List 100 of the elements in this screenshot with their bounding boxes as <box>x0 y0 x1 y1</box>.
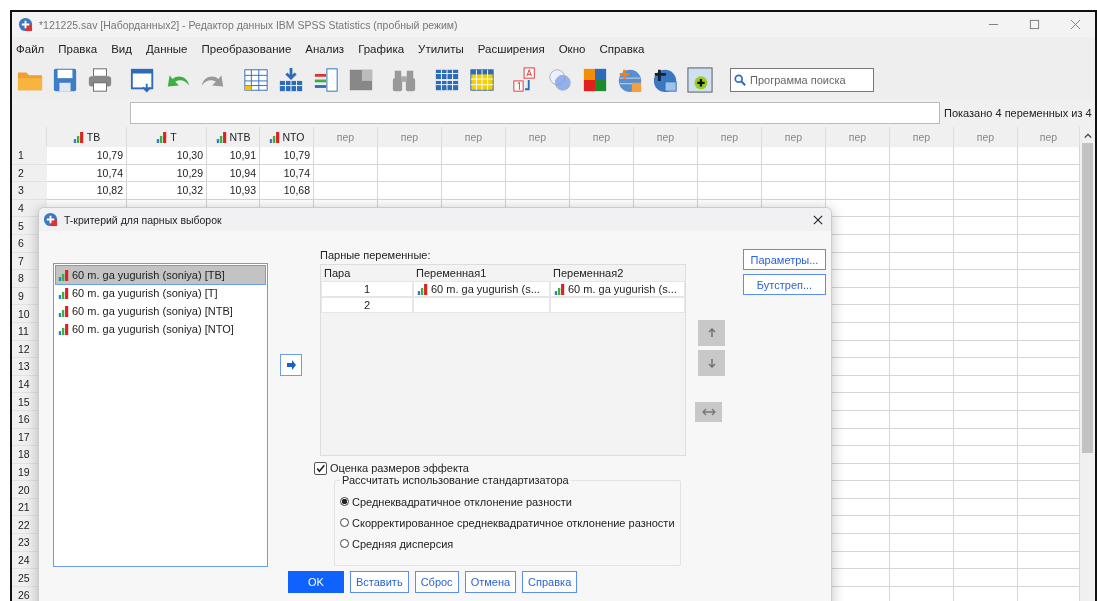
table-cell: 10,30 <box>127 147 207 165</box>
empty-cell <box>890 410 954 429</box>
window-title: *121225.sav [Наборданных2] - Редактор данных IBM SPSS Statistics (пробный режим) <box>39 18 458 31</box>
empty-cell <box>826 147 890 165</box>
menu-item[interactable]: Данные <box>145 42 188 55</box>
window-arrow-icon[interactable] <box>130 66 156 93</box>
empty-cell <box>890 551 954 570</box>
variable-list-item[interactable]: 60 m. ga yugurish (soniya) [NTB] <box>56 302 265 320</box>
radio-option[interactable]: Средняя дисперсия <box>340 535 680 552</box>
menu-item[interactable]: Вид <box>111 42 132 55</box>
empty-cell <box>954 340 1018 359</box>
dialog-button[interactable]: Бутстреп... <box>743 274 826 295</box>
column-header[interactable]: NTB <box>207 127 260 147</box>
dialog-button[interactable]: Вставить <box>350 571 409 593</box>
table-grid-icon[interactable] <box>469 66 495 93</box>
four-squares-icon[interactable] <box>582 66 608 93</box>
menu-item[interactable]: Преобразование <box>201 42 292 55</box>
checkbox[interactable] <box>314 461 327 475</box>
arrow-up-icon <box>706 328 717 338</box>
empty-cell <box>954 498 1018 517</box>
scale-variable-icon <box>215 131 227 143</box>
empty-cell <box>954 375 1018 394</box>
print-icon[interactable] <box>87 66 113 93</box>
row-number[interactable]: 3 <box>12 182 47 200</box>
menu-item[interactable]: Файл <box>16 42 45 55</box>
empty-cell <box>954 234 1018 253</box>
maximize-icon[interactable] <box>1029 19 1040 30</box>
dialog-button[interactable]: Параметры... <box>743 249 826 270</box>
empty-cell <box>890 569 954 587</box>
menu-item[interactable]: Анализ <box>305 42 345 55</box>
empty-cell <box>954 322 1018 341</box>
empty-cell <box>954 463 1018 482</box>
empty-cell <box>954 516 1018 535</box>
insert-row-icon[interactable] <box>278 66 304 93</box>
close-icon[interactable] <box>813 214 823 225</box>
menu-item[interactable]: Окно <box>558 42 586 55</box>
variable-bars-icon[interactable] <box>313 66 339 93</box>
table-cell: 10,79 <box>47 147 127 165</box>
empty-cell <box>954 569 1018 587</box>
variable-list-item[interactable]: 60 m. ga yugurish (soniya) [TB] <box>56 266 265 284</box>
empty-cell <box>378 147 442 165</box>
dialog-button[interactable]: OK <box>288 571 344 593</box>
radio-button[interactable] <box>340 539 349 548</box>
column-header[interactable]: NTO <box>260 127 314 147</box>
empty-cell <box>762 164 826 183</box>
table-arrow-icon[interactable] <box>243 66 269 93</box>
menu-item[interactable]: Утилиты <box>418 42 464 55</box>
effect-size-checkbox[interactable]: Оценка размеров эффекта <box>314 459 686 477</box>
value-labels-icon[interactable] <box>512 66 538 93</box>
move-right-button[interactable] <box>280 354 302 376</box>
radio-button[interactable] <box>340 518 349 527</box>
empty-cell <box>506 164 570 183</box>
menu-item[interactable]: Правка <box>58 42 98 55</box>
scroll-thumb[interactable] <box>1082 143 1093 453</box>
menu-item[interactable]: Графика <box>358 42 405 55</box>
table-cell: 60 m. ga yugurish (s... <box>550 281 685 297</box>
empty-cell <box>954 358 1018 376</box>
dialog-button[interactable]: Справка <box>522 571 578 593</box>
move-up-button[interactable] <box>698 320 725 346</box>
table-cell: 10,32 <box>127 182 207 200</box>
empty-cell <box>954 534 1018 552</box>
scale-variable-icon <box>156 131 168 143</box>
empty-cell <box>890 270 954 288</box>
empty-cell <box>314 147 378 165</box>
cell-editor-field[interactable] <box>130 102 940 124</box>
scroll-up-icon[interactable] <box>1083 133 1092 139</box>
group-legend: Рассчитать использование стандартизатора <box>340 474 571 486</box>
radio-button[interactable] <box>340 497 349 506</box>
variable-list[interactable]: 60 m. ga yugurish (soniya) [TB] 60 m. ga yugurish (soniya) [T] 60 m. ga yugurish (soniya) [NTB] 60 m. ga yugurish (soniya) [NTO] <box>53 263 268 567</box>
empty-cell <box>954 147 1018 165</box>
scale-variable-icon <box>72 131 84 143</box>
swap-button[interactable] <box>695 402 722 422</box>
dialog-button[interactable]: Отмена <box>464 571 517 593</box>
app-icon <box>43 212 58 227</box>
empty-cell <box>442 164 506 183</box>
swap-arrows-icon <box>701 408 716 416</box>
dialog-button[interactable]: Сброс <box>414 571 459 593</box>
empty-cell <box>890 182 954 200</box>
table-cell: 10,91 <box>207 147 260 165</box>
empty-cell <box>634 164 698 183</box>
variable-list-item[interactable]: 60 m. ga yugurish (soniya) [T] <box>56 284 265 302</box>
empty-cell <box>890 428 954 447</box>
row-number[interactable]: 1 <box>12 147 47 165</box>
column-header[interactable]: TB <box>47 127 127 147</box>
search-field[interactable]: Программа поиска <box>730 67 874 92</box>
variables-status: Показано 4 переменных из 4 <box>944 107 1092 119</box>
add-icon[interactable] <box>687 66 713 93</box>
column-header[interactable]: T <box>127 127 207 147</box>
empty-cell <box>954 551 1018 570</box>
move-down-button[interactable] <box>698 350 725 376</box>
variable-list-item[interactable]: 60 m. ga yugurish (soniya) [NTO] <box>56 320 265 338</box>
radio-option[interactable]: Среднеквадратичное отклонение разности <box>340 493 680 510</box>
paired-variables-table[interactable]: Пара Переменная1 Переменная2 1 60 m. ga yugurish (s... 60 m. ga yugurish (s... 2 <box>320 264 686 456</box>
scale-variable-icon <box>268 131 280 143</box>
menu-item[interactable]: Расширения <box>477 42 545 55</box>
empty-cell <box>954 446 1018 464</box>
menu-item[interactable]: Справка <box>599 42 645 55</box>
empty-cell <box>890 199 954 218</box>
save-icon[interactable] <box>52 66 78 93</box>
radio-option[interactable]: Скорректированное среднеквадратичное отклонение разности <box>340 514 680 531</box>
